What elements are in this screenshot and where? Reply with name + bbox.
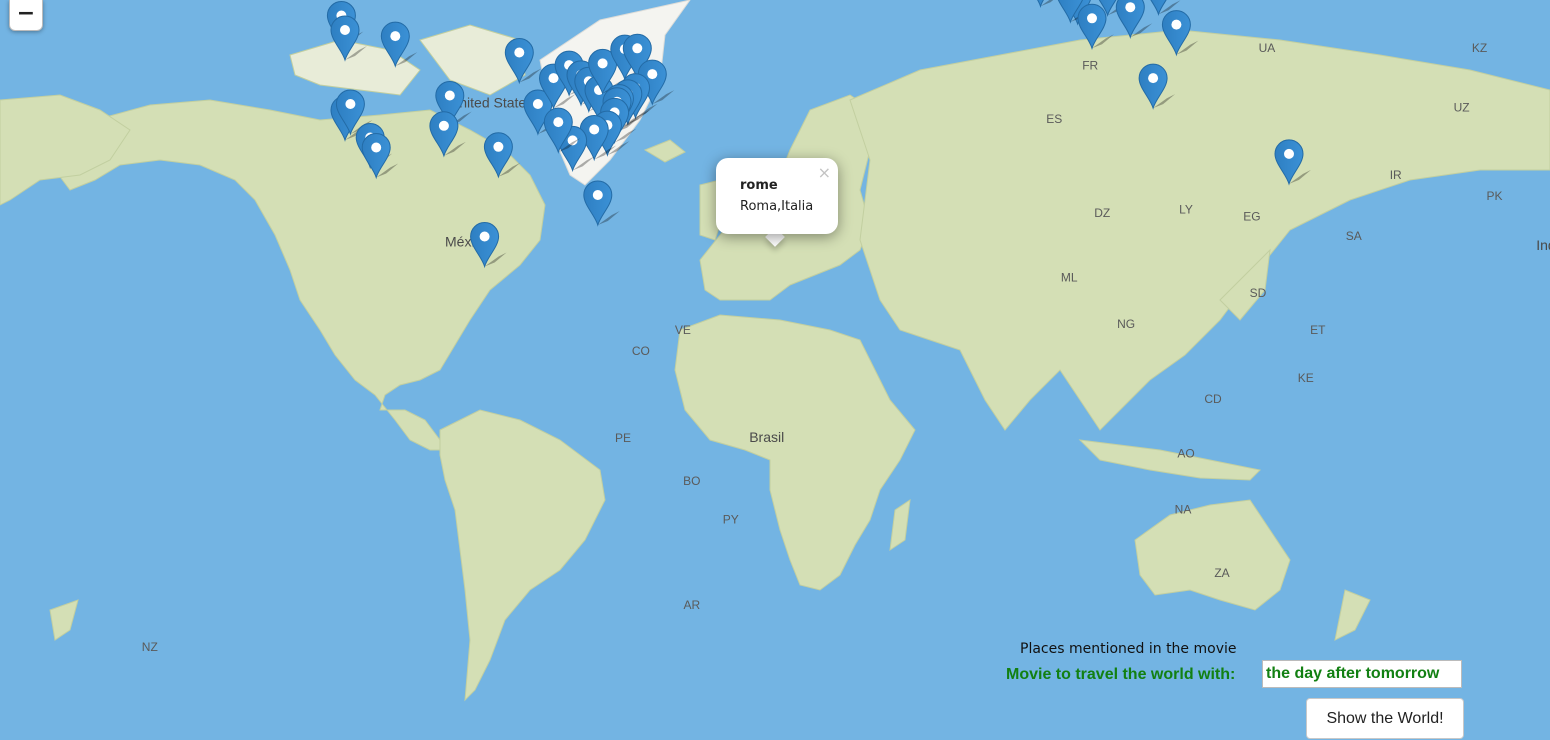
country-label: UA bbox=[1259, 41, 1276, 55]
country-label: AO bbox=[1177, 446, 1194, 460]
country-label: LY bbox=[1179, 203, 1193, 217]
country-label: NG bbox=[1117, 317, 1135, 331]
country-label: SA bbox=[1346, 229, 1362, 243]
country-label: AR bbox=[683, 598, 700, 612]
marker-dot bbox=[479, 231, 490, 242]
marker-dot bbox=[493, 141, 504, 152]
marker-dot bbox=[444, 90, 455, 101]
country-label: EG bbox=[1243, 209, 1260, 223]
marker-dot bbox=[548, 73, 559, 84]
country-label: KZ bbox=[1472, 41, 1487, 55]
location-popup: rome Roma,Italia × bbox=[716, 158, 838, 234]
marker-dot bbox=[1125, 2, 1136, 13]
country-label: DZ bbox=[1094, 206, 1110, 220]
country-label: NA bbox=[1175, 503, 1192, 517]
country-label: ES bbox=[1046, 112, 1062, 126]
marker-dot bbox=[1284, 148, 1294, 159]
marker-dot bbox=[553, 117, 564, 128]
country-label: PY bbox=[723, 512, 739, 526]
country-label: India bbox=[1536, 237, 1550, 253]
marker-dot bbox=[340, 25, 350, 35]
country-label: UZ bbox=[1454, 100, 1470, 114]
country-label: VE bbox=[675, 323, 691, 337]
marker-dot bbox=[592, 190, 603, 200]
country-label: PK bbox=[1486, 189, 1502, 203]
country-label: FR bbox=[1082, 59, 1098, 73]
country-label: Brasil bbox=[749, 429, 784, 445]
marker-dot bbox=[1087, 13, 1097, 24]
marker-dot bbox=[514, 47, 525, 58]
map-caption: Places mentioned in the movie bbox=[1020, 641, 1237, 657]
country-label: ML bbox=[1061, 271, 1078, 285]
country-label: CD bbox=[1204, 392, 1222, 406]
country-label: ZA bbox=[1214, 566, 1229, 580]
country-label: PE bbox=[615, 431, 631, 445]
marker-dot bbox=[597, 58, 608, 69]
marker-dot bbox=[632, 43, 643, 54]
country-label: IR bbox=[1390, 168, 1402, 182]
marker-dot bbox=[345, 99, 356, 109]
marker-dot bbox=[647, 69, 658, 80]
country-label: CO bbox=[632, 344, 650, 358]
country-label: ET bbox=[1310, 323, 1326, 337]
marker-dot bbox=[1171, 19, 1182, 30]
popup-title: rome bbox=[740, 178, 778, 193]
movie-label: Movie to travel the world with: bbox=[1006, 666, 1236, 683]
popup-body: Roma,Italia bbox=[740, 199, 814, 214]
marker-dot bbox=[532, 99, 543, 109]
country-label: NZ bbox=[142, 640, 158, 654]
show-world-button[interactable]: Show the World! bbox=[1306, 698, 1464, 739]
marker-dot bbox=[438, 120, 449, 131]
close-icon[interactable]: × bbox=[818, 163, 831, 182]
marker-dot bbox=[390, 31, 401, 42]
country-label: BO bbox=[683, 474, 700, 488]
marker-dot bbox=[1148, 73, 1159, 84]
country-label: SD bbox=[1250, 286, 1267, 300]
movie-input[interactable] bbox=[1262, 660, 1462, 688]
zoom-out-button[interactable]: − bbox=[9, 0, 43, 31]
world-map[interactable]: CanadaUnited StatesMéxicoCOVEBrasilPEBOP… bbox=[0, 0, 1550, 740]
marker-dot bbox=[371, 142, 382, 153]
country-label: KE bbox=[1298, 371, 1314, 385]
marker-dot bbox=[589, 124, 600, 135]
